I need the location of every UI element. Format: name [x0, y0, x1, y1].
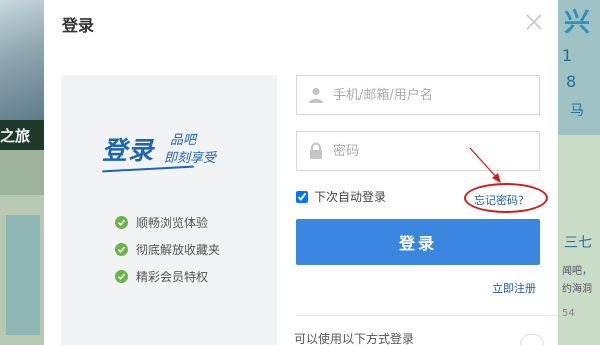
close-button[interactable] — [522, 10, 546, 34]
remember-label: 下次自动登录 — [314, 190, 387, 204]
forgot-password-link[interactable]: 忘记密码？ — [474, 192, 529, 208]
background-page-left: 之旅 — [0, 0, 44, 345]
benefit-item: 顺畅浏览体验 — [115, 209, 220, 236]
promo-slogan-sub: 品吧 — [170, 133, 197, 148]
background-number: 马 — [570, 103, 584, 119]
username-field[interactable] — [296, 75, 540, 115]
register-link[interactable]: 立即注册 — [492, 280, 536, 296]
user-icon — [309, 87, 323, 103]
password-field[interactable] — [296, 131, 540, 171]
promo-panel: 登录 品吧 即刻享受 顺畅浏览体验 彻底解放收藏夹 精彩会员特权 — [61, 75, 277, 345]
login-button[interactable]: 登录 — [296, 219, 540, 265]
promo-slogan-main: 登录 — [102, 136, 155, 165]
promo-slogan: 登录 品吧 即刻享受 — [102, 131, 252, 181]
benefit-label: 精彩会员特权 — [136, 270, 209, 284]
check-circle-icon — [115, 243, 128, 256]
check-circle-icon — [115, 216, 128, 229]
benefit-label: 顺畅浏览体验 — [136, 216, 209, 230]
username-input[interactable] — [333, 84, 533, 106]
lock-icon — [310, 142, 322, 159]
background-number: 1 — [562, 46, 573, 65]
background-number: 8 — [566, 72, 577, 91]
background-photo — [0, 0, 44, 120]
close-icon — [526, 14, 542, 30]
divider — [296, 315, 558, 316]
background-logo: 兴 — [564, 8, 591, 38]
background-heading: 三七 — [564, 235, 592, 251]
benefit-item: 精彩会员特权 — [115, 263, 220, 290]
benefit-item: 彻底解放收藏夹 — [115, 236, 220, 263]
remember-checkbox[interactable] — [296, 190, 308, 203]
other-login-label: 可以使用以下方式登录 — [294, 332, 415, 345]
background-thumbnail — [6, 215, 40, 335]
login-modal: 登录 登录 品吧 即刻享受 顺畅浏览体验 彻底解放收藏夹 精彩会员特权 手机/邮… — [44, 0, 558, 345]
background-caption: 之旅 — [0, 127, 31, 145]
password-input[interactable] — [333, 140, 533, 162]
background-text: 54 — [562, 308, 575, 319]
remember-login[interactable]: 下次自动登录 — [296, 188, 386, 205]
benefit-label: 彻底解放收藏夹 — [136, 243, 221, 257]
modal-title: 登录 — [62, 16, 95, 35]
background-page-right: 兴 1 8 马 三七 闻吧， 约海洞 54 — [558, 0, 600, 345]
benefit-list: 顺畅浏览体验 彻底解放收藏夹 精彩会员特权 — [115, 209, 220, 290]
check-circle-icon — [115, 270, 128, 283]
background-text: 约海洞 — [562, 284, 592, 295]
background-text: 闻吧， — [562, 266, 592, 277]
social-login-icon[interactable] — [520, 334, 544, 345]
promo-slogan-sub: 即刻享受 — [164, 151, 217, 166]
